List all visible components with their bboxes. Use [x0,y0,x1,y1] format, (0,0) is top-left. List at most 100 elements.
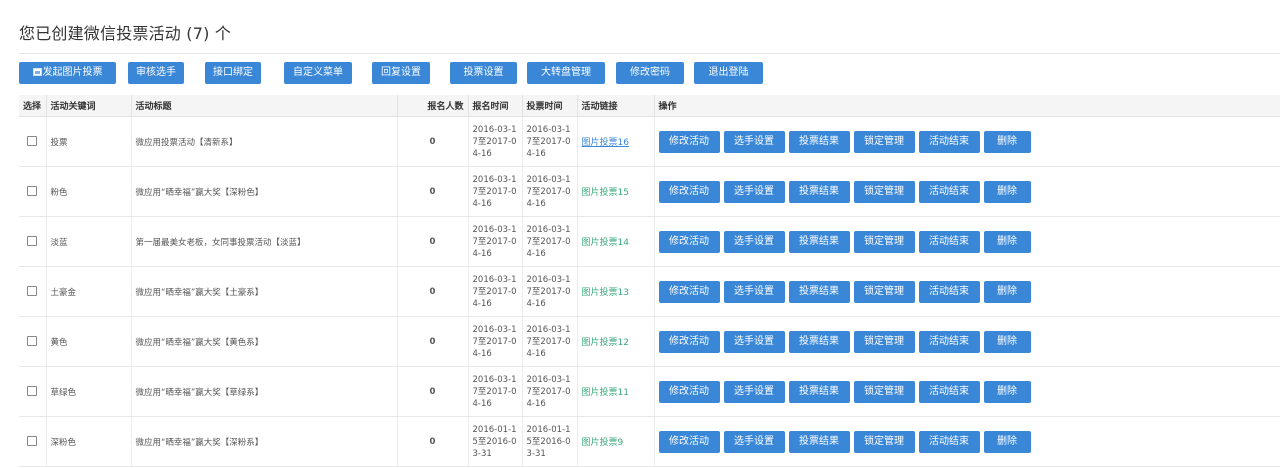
vote-results-button[interactable]: 投票结果 [788,430,850,453]
end-activity-button[interactable]: 活动结束 [918,380,980,403]
row-signup-count: 0 [396,366,468,417]
row-checkbox[interactable] [27,236,38,247]
edit-activity-button[interactable]: 修改活动 [658,230,720,253]
row-vote-time: 2016-03-17至2017-04-16 [521,166,577,217]
activity-link[interactable]: 图片投票9 [582,438,624,448]
delete-button[interactable]: 删除 [983,280,1031,303]
create-image-vote-button[interactable]: 发起图片投票 [19,62,116,84]
vote-results-button[interactable]: 投票结果 [788,380,850,403]
end-activity-button[interactable]: 活动结束 [918,430,980,453]
activity-link[interactable]: 图片投票16 [582,138,629,148]
contestant-settings-button[interactable]: 选手设置 [723,380,785,403]
activity-link[interactable]: 图片投票15 [582,188,629,198]
contestant-settings-button[interactable]: 选手设置 [723,330,785,353]
contestant-settings-button[interactable]: 选手设置 [723,130,785,153]
custom-menu-button[interactable]: 自定义菜单 [284,62,352,84]
lock-management-button[interactable]: 锁定管理 [853,380,915,403]
lock-management-button[interactable]: 锁定管理 [853,230,915,253]
row-signup-count: 0 [396,116,468,167]
activity-link[interactable]: 图片投票13 [582,288,629,298]
contestant-settings-button[interactable]: 选手设置 [723,280,785,303]
edit-activity-button[interactable]: 修改活动 [658,180,720,203]
edit-activity-button[interactable]: 修改活动 [658,380,720,403]
col-actions: 操作 [653,95,1280,117]
row-select-cell [19,116,46,167]
contestant-settings-button[interactable]: 选手设置 [723,430,785,453]
delete-button[interactable]: 删除 [983,230,1031,253]
row-link-cell: 图片投票12 [576,316,654,367]
lock-management-button[interactable]: 锁定管理 [853,430,915,453]
row-keyword: 淡蓝 [45,216,131,267]
end-activity-button[interactable]: 活动结束 [918,280,980,303]
row-vote-time: 2016-03-17至2017-04-16 [521,366,577,417]
row-signup-time: 2016-03-17至2017-04-16 [467,166,522,217]
wheel-management-button[interactable]: 大转盘管理 [527,62,605,84]
row-checkbox[interactable] [27,286,38,297]
vote-results-button[interactable]: 投票结果 [788,230,850,253]
delete-button[interactable]: 删除 [983,380,1031,403]
api-binding-button[interactable]: 接口绑定 [205,62,261,84]
row-signup-time: 2016-03-17至2017-04-16 [467,316,522,367]
row-signup-count: 0 [396,316,468,367]
edit-activity-button[interactable]: 修改活动 [658,280,720,303]
delete-button[interactable]: 删除 [983,330,1031,353]
row-checkbox[interactable] [27,386,38,397]
reply-settings-button[interactable]: 回复设置 [372,62,430,84]
row-signup-time: 2016-01-15至2016-03-31 [467,416,522,467]
row-link-cell: 图片投票11 [576,366,654,417]
row-signup-count: 0 [396,166,468,217]
vote-results-button[interactable]: 投票结果 [788,180,850,203]
edit-activity-button[interactable]: 修改活动 [658,430,720,453]
row-checkbox[interactable] [27,336,38,347]
row-keyword: 黄色 [45,316,131,367]
lock-management-button[interactable]: 锁定管理 [853,280,915,303]
row-keyword: 深粉色 [45,416,131,467]
row-actions: 修改活动 选手设置 投票结果 锁定管理 活动结束 删除 [653,416,1280,467]
vote-results-button[interactable]: 投票结果 [788,330,850,353]
end-activity-button[interactable]: 活动结束 [918,230,980,253]
page-title: 您已创建微信投票活动 (7) 个 [19,24,232,43]
row-checkbox[interactable] [27,436,38,447]
edit-activity-button[interactable]: 修改活动 [658,330,720,353]
lock-management-button[interactable]: 锁定管理 [853,180,915,203]
activity-table: 选择 活动关键词 活动标题 报名人数 报名时间 投票时间 活动链接 操作 投票 … [19,95,1280,467]
row-checkbox[interactable] [27,136,38,147]
row-vote-time: 2016-03-17至2017-04-16 [521,266,577,317]
end-activity-button[interactable]: 活动结束 [918,130,980,153]
end-activity-button[interactable]: 活动结束 [918,180,980,203]
title-divider [19,53,1280,54]
activity-link[interactable]: 图片投票12 [582,338,629,348]
row-link-cell: 图片投票15 [576,166,654,217]
lock-management-button[interactable]: 锁定管理 [853,130,915,153]
change-password-button[interactable]: 修改密码 [616,62,684,84]
contestant-settings-button[interactable]: 选手设置 [723,230,785,253]
review-contestants-button[interactable]: 审核选手 [128,62,184,84]
table-row: 草绿色 微应用“晒幸福”赢大奖【草绿系】 0 2016-03-17至2017-0… [19,366,1280,417]
row-title: 微应用“晒幸福”赢大奖【黄色系】 [130,316,397,367]
contestant-settings-button[interactable]: 选手设置 [723,180,785,203]
delete-button[interactable]: 删除 [983,180,1031,203]
row-link-cell: 图片投票9 [576,416,654,467]
activity-link[interactable]: 图片投票14 [582,238,629,248]
row-select-cell [19,166,46,217]
col-signup-time: 报名时间 [467,95,522,117]
row-link-cell: 图片投票13 [576,266,654,317]
row-checkbox[interactable] [27,186,38,197]
activity-link[interactable]: 图片投票11 [582,388,629,398]
lock-management-button[interactable]: 锁定管理 [853,330,915,353]
col-vote-time: 投票时间 [521,95,577,117]
logout-button[interactable]: 退出登陆 [694,62,763,84]
image-icon [32,68,42,76]
row-actions: 修改活动 选手设置 投票结果 锁定管理 活动结束 删除 [653,266,1280,317]
delete-button[interactable]: 删除 [983,130,1031,153]
vote-settings-button[interactable]: 投票设置 [450,62,517,84]
edit-activity-button[interactable]: 修改活动 [658,130,720,153]
end-activity-button[interactable]: 活动结束 [918,330,980,353]
vote-results-button[interactable]: 投票结果 [788,280,850,303]
vote-results-button[interactable]: 投票结果 [788,130,850,153]
delete-button[interactable]: 删除 [983,430,1031,453]
row-signup-time: 2016-03-17至2017-04-16 [467,116,522,167]
row-title: 微应用投票活动【清新系】 [130,116,397,167]
row-signup-count: 0 [396,416,468,467]
table-row: 投票 微应用投票活动【清新系】 0 2016-03-17至2017-04-16 … [19,116,1280,167]
